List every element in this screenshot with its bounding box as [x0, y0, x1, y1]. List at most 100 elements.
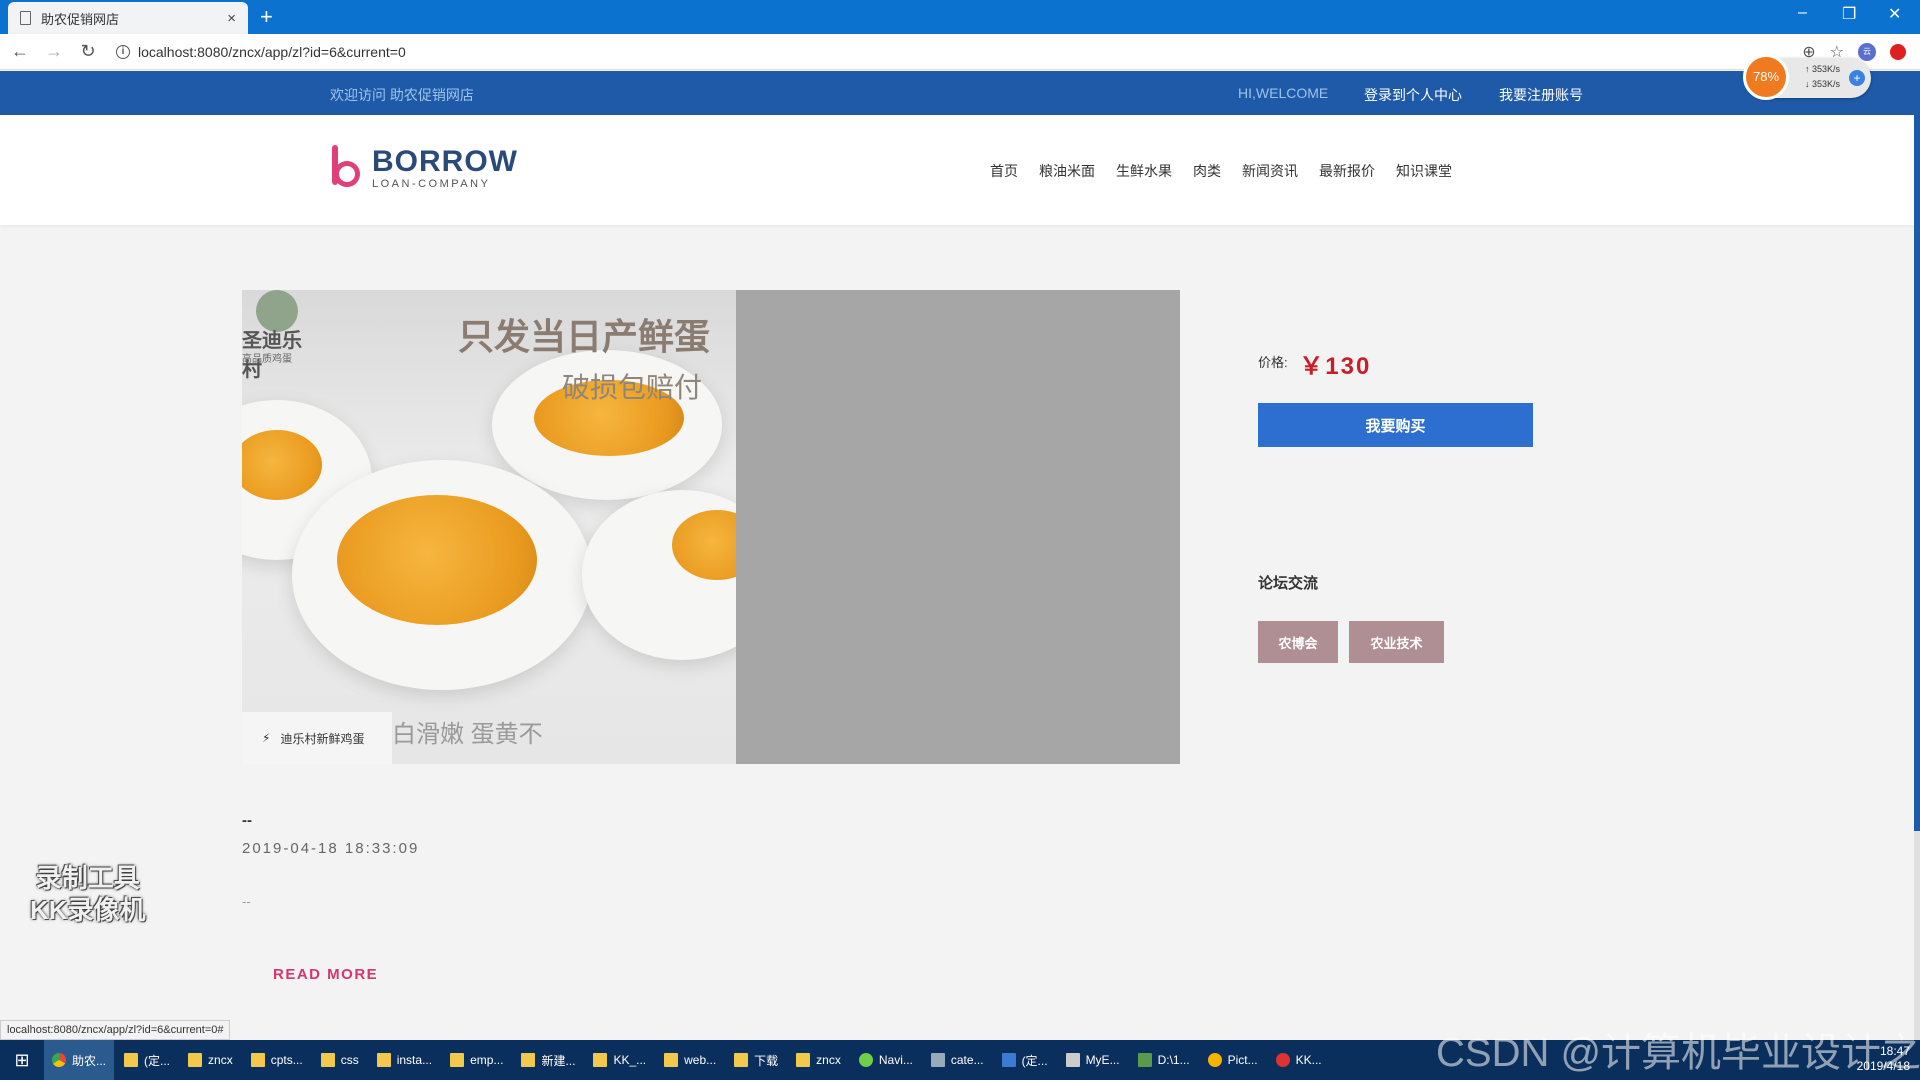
taskbar-item[interactable]: Navi...	[851, 1040, 921, 1080]
folder-icon	[593, 1053, 608, 1067]
address-bar: ← → ↻ i localhost:8080/zncx/app/zl?id=6&…	[0, 34, 1920, 70]
logo-mark-icon	[330, 145, 362, 191]
tab-close-icon[interactable]: ×	[227, 10, 236, 27]
reload-icon[interactable]: ↻	[74, 38, 102, 66]
price-value: ￥130	[1299, 353, 1372, 380]
document-icon	[20, 11, 31, 25]
nav-grain-oil[interactable]: 粮油米面	[1039, 161, 1095, 181]
logo-tagline: LOAN-COMPANY	[372, 177, 491, 190]
nav-meat[interactable]: 肉类	[1193, 161, 1221, 181]
taskbar-item[interactable]: 下载	[726, 1040, 786, 1080]
csdn-overlay-watermark: CSDN @计算机毕业设计之家	[1436, 1031, 1920, 1075]
minimize-icon[interactable]: –	[1798, 4, 1807, 22]
nav-news[interactable]: 新闻资讯	[1242, 161, 1298, 181]
taskbar-item[interactable]: KK_...	[585, 1040, 654, 1080]
folder-icon	[450, 1053, 465, 1067]
brand-badge: 圣迪乐村 高品质鸡蛋	[242, 290, 318, 381]
recorder-watermark: 录制工具 KK录像机	[30, 863, 146, 925]
extension-icon[interactable]: 云	[1858, 42, 1876, 61]
taskbar-item[interactable]: KK...	[1268, 1040, 1330, 1080]
product-image[interactable]: 圣迪乐村 高品质鸡蛋 只发当日产鲜蛋 破损包赔付 白滑嫩 蛋黄不	[242, 290, 736, 764]
buy-button[interactable]: 我要购买	[1258, 403, 1533, 447]
taskbar-item[interactable]: 助农...	[44, 1040, 115, 1080]
picture-icon	[1207, 1053, 1222, 1067]
register-link[interactable]: 我要注册账号	[1499, 85, 1583, 105]
forum-title: 论坛交流	[1258, 575, 1319, 592]
nav-latest-price[interactable]: 最新报价	[1319, 161, 1375, 181]
plus-icon[interactable]: +	[1849, 70, 1865, 86]
nav-knowledge[interactable]: 知识课堂	[1396, 161, 1452, 181]
page-scrollbar[interactable]	[1914, 71, 1920, 1041]
taskbar-item[interactable]: Pict...	[1200, 1040, 1266, 1080]
upload-speed: ↑ 353K/s	[1805, 64, 1841, 74]
logo-name: BORROW	[372, 144, 518, 178]
taskbar-item[interactable]: D:\1...	[1130, 1040, 1198, 1080]
site-top-bar: 欢迎访问 助农促销网店 HI,WELCOME 登录到个人中心 我要注册账号	[0, 71, 1914, 115]
caption-text: 迪乐村新鲜鸡蛋	[280, 731, 365, 746]
chrome-icon	[52, 1053, 66, 1067]
folder-icon	[664, 1053, 679, 1067]
price-label: 价格:	[1258, 354, 1288, 370]
tag-agri-tech[interactable]: 农业技术	[1349, 621, 1444, 663]
hi-welcome-text: HI,WELCOME	[1238, 85, 1329, 101]
taskbar-item[interactable]: (定...	[994, 1040, 1056, 1080]
site-logo[interactable]: BORROW LOAN-COMPANY	[330, 145, 518, 191]
brand-sub: 高品质鸡蛋	[242, 354, 292, 365]
taskbar-item[interactable]: zncx	[180, 1040, 241, 1080]
folder-icon	[734, 1053, 749, 1067]
tab-title: 助农促销网店	[41, 11, 120, 27]
folder-icon	[320, 1053, 335, 1067]
folder-icon	[250, 1053, 265, 1067]
taskbar-item[interactable]: insta...	[369, 1040, 440, 1080]
navicat-icon	[858, 1053, 873, 1067]
back-icon[interactable]: ←	[6, 38, 34, 66]
main-nav: 首页 粮油米面 生鲜水果 肉类 新闻资讯 最新报价 知识课堂	[990, 161, 1473, 181]
windows-start-icon[interactable]: ⊞	[0, 1040, 44, 1080]
speed-percent: 78%	[1743, 54, 1789, 100]
folder-icon	[376, 1053, 391, 1067]
taskbar-item[interactable]: MyE...	[1058, 1040, 1128, 1080]
article-date: 2019-04-18 18:33:09	[242, 840, 420, 857]
window-close-icon[interactable]: ✕	[1888, 4, 1901, 24]
taskbar-item[interactable]: web...	[656, 1040, 724, 1080]
taskbar-item[interactable]: css	[313, 1040, 367, 1080]
taskbar-item[interactable]: emp...	[442, 1040, 511, 1080]
app-icon	[1137, 1053, 1152, 1067]
taskbar-item[interactable]: 新建...	[513, 1040, 583, 1080]
taskbar-item[interactable]: cate...	[923, 1040, 992, 1080]
taskbar-item[interactable]: cpts...	[243, 1040, 311, 1080]
calculator-icon	[930, 1053, 945, 1067]
nav-home[interactable]: 首页	[990, 161, 1018, 181]
forward-icon[interactable]: →	[40, 38, 68, 66]
eclipse-icon	[1065, 1053, 1080, 1067]
scrollbar-thumb[interactable]	[1914, 71, 1920, 831]
site-info-icon[interactable]: i	[116, 44, 130, 59]
price-row: 价格: ￥130	[1258, 346, 1371, 381]
hero-headline: 只发当日产鲜蛋	[458, 316, 711, 357]
hero-subline: 破损包赔付	[562, 372, 703, 403]
hero-bottom-text: 白滑嫩 蛋黄不	[392, 721, 543, 748]
network-speed-widget[interactable]: 78% ↑ 353K/s ↓ 353K/s +	[1743, 54, 1871, 100]
article-title: --	[242, 812, 252, 829]
welcome-text: 欢迎访问 助农促销网店	[330, 87, 474, 103]
taskbar-item[interactable]: zncx	[788, 1040, 849, 1080]
browser-tab[interactable]: 助农促销网店 ×	[8, 2, 248, 34]
tag-agri-expo[interactable]: 农博会	[1258, 621, 1338, 663]
nav-fresh-fruit[interactable]: 生鲜水果	[1116, 161, 1172, 181]
login-link[interactable]: 登录到个人中心	[1364, 85, 1462, 105]
image-caption: ⚡ 迪乐村新鲜鸡蛋	[242, 712, 392, 764]
status-url: localhost:8080/zncx/app/zl?id=6&current=…	[0, 1020, 231, 1040]
read-more-link[interactable]: READ MORE	[273, 966, 378, 983]
new-tab-button[interactable]: +	[260, 4, 273, 30]
bolt-icon: ⚡	[262, 731, 271, 745]
app-icon	[1001, 1053, 1016, 1067]
extension-red-icon[interactable]	[1890, 43, 1906, 60]
kk-recorder-icon	[1275, 1053, 1290, 1067]
article-summary: --	[242, 894, 251, 909]
taskbar-item[interactable]: (定...	[116, 1040, 178, 1080]
url-field[interactable]: localhost:8080/zncx/app/zl?id=6&current=…	[138, 44, 1802, 60]
folder-icon	[521, 1053, 536, 1067]
folder-icon	[188, 1053, 203, 1067]
restore-icon[interactable]: ❐	[1842, 4, 1856, 24]
folder-icon	[796, 1053, 811, 1067]
